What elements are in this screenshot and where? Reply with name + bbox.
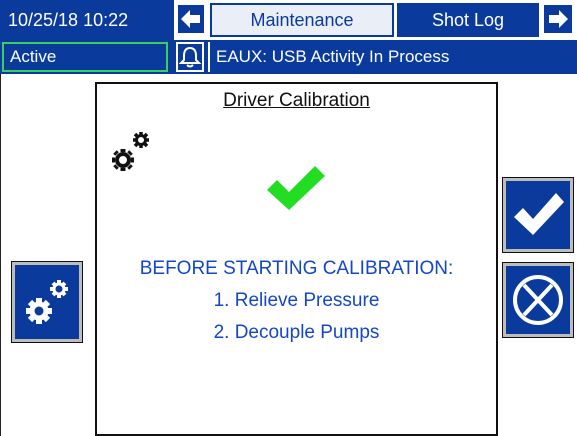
alarm-indicator[interactable]	[176, 42, 204, 72]
screen-frame-left	[0, 74, 9, 436]
bell-icon	[178, 46, 202, 68]
dialog-title: Driver Calibration	[95, 90, 498, 112]
instruction-heading: BEFORE STARTING CALIBRATION:	[139, 258, 454, 279]
status-message: EAUX: USB Activity In Process	[208, 42, 577, 72]
arrow-right-icon	[549, 10, 568, 28]
instruction-step-2: 2. Decouple Pumps	[213, 322, 380, 343]
gears-icon	[103, 122, 163, 182]
next-screen-button[interactable]	[542, 3, 574, 35]
checkmark-icon	[514, 193, 564, 235]
cancel-button[interactable]	[502, 262, 574, 338]
checkmark-icon	[265, 164, 327, 212]
gears-icon	[26, 280, 68, 324]
instruction-step-1: 1. Relieve Pressure	[213, 290, 380, 311]
system-status: Active	[2, 42, 168, 72]
datetime-display: 10/25/18 10:22	[0, 0, 174, 40]
accept-button[interactable]	[502, 177, 574, 253]
calibrate-gears-button[interactable]	[11, 261, 83, 343]
prev-screen-button[interactable]	[176, 3, 206, 35]
dialog-title-text: Driver Calibration	[223, 90, 370, 111]
tab-maintenance[interactable]: Maintenance	[210, 3, 394, 37]
arrow-left-icon	[181, 10, 200, 28]
tab-shot-log[interactable]: Shot Log	[397, 3, 539, 37]
cancel-x-icon	[513, 275, 563, 325]
